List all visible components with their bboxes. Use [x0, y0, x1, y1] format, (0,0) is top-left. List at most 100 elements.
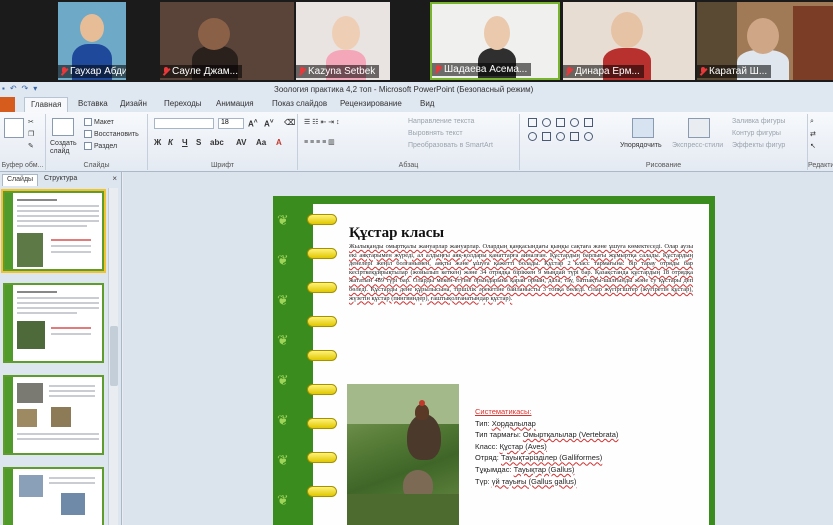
- participant-tile[interactable]: Гаухар Абди...: [58, 2, 126, 80]
- paste-icon[interactable]: [4, 118, 24, 138]
- tab-slideshow[interactable]: Показ слайдов: [272, 99, 327, 108]
- slides-panel: Слайды Структура ×: [0, 172, 122, 525]
- leaf-decoration-icon: ❦: [277, 292, 289, 308]
- taxonomy-block[interactable]: Систематикасы: Тип: Хордалылар Тип тарма…: [475, 406, 705, 487]
- group-font: 18 A˄ A˅ ⌫ Ж К Ч S abc AV Aa A Шрифт: [148, 114, 298, 170]
- mic-muted-icon: [299, 67, 306, 76]
- tab-slides-panel[interactable]: Слайды: [2, 174, 39, 186]
- shape-icon[interactable]: [584, 118, 593, 127]
- find-icon[interactable]: ⌕: [810, 118, 814, 126]
- font-family-select[interactable]: [154, 118, 214, 129]
- oval-shape-icon[interactable]: [542, 118, 551, 127]
- taxonomy-row: Класс: Құстар (Aves): [475, 441, 547, 451]
- format-painter-icon[interactable]: ✎: [28, 142, 34, 150]
- shape-icon[interactable]: [570, 132, 579, 141]
- arrange-button[interactable]: Упорядочить: [620, 142, 662, 149]
- leaf-decoration-icon: ❦: [277, 332, 289, 348]
- slide-thumbnail[interactable]: [3, 283, 104, 363]
- shape-icon[interactable]: [556, 132, 565, 141]
- quick-styles-button[interactable]: Экспресс-стили: [672, 142, 723, 149]
- shape-icon[interactable]: [528, 132, 537, 141]
- participant-tile[interactable]: Динара Ерм...: [563, 2, 695, 80]
- slide-thumbnail[interactable]: [1, 189, 106, 273]
- shrink-font-icon[interactable]: A˅: [264, 118, 274, 129]
- cut-icon[interactable]: ✂: [28, 118, 34, 126]
- italic-button[interactable]: К: [168, 138, 173, 147]
- participant-tile[interactable]: Каратай Ш...: [697, 2, 833, 80]
- panel-scrollbar[interactable]: [108, 188, 118, 525]
- shape-icon[interactable]: [584, 132, 593, 141]
- spiral-ring: [307, 418, 337, 429]
- spiral-ring: [307, 486, 337, 497]
- rectangle-shape-icon[interactable]: [528, 118, 537, 127]
- tab-animation[interactable]: Анимация: [216, 99, 254, 108]
- slide-title[interactable]: Құстар класы: [349, 225, 444, 242]
- leaf-decoration-icon: ❦: [277, 212, 289, 228]
- group-drawing: Упорядочить Экспресс-стили Заливка фигур…: [520, 114, 808, 170]
- participant-tile-active[interactable]: Шадаева Асема...: [430, 2, 560, 80]
- tab-home[interactable]: Главная: [24, 97, 69, 112]
- align-text-button[interactable]: Выровнять текст: [408, 130, 463, 137]
- case-button[interactable]: Aa: [256, 138, 266, 147]
- undo-icon[interactable]: ↶: [10, 84, 17, 93]
- new-slide-icon[interactable]: [52, 118, 74, 136]
- participant-strip: Гаухар Абди... Сауле Джам... Kazyna Setb…: [0, 0, 833, 82]
- mic-muted-icon: [700, 67, 707, 76]
- shape-fill-button[interactable]: Заливка фигуры: [732, 118, 785, 125]
- text-direction-button[interactable]: Направление текста: [408, 118, 474, 125]
- leaf-decoration-icon: ❦: [277, 372, 289, 388]
- customize-icon[interactable]: ▾: [33, 84, 37, 93]
- participant-tile[interactable]: Сауле Джам...: [160, 2, 294, 80]
- font-color-button[interactable]: A: [276, 138, 282, 147]
- grow-font-icon[interactable]: A˄: [248, 118, 258, 129]
- tab-outline-panel[interactable]: Структура: [40, 174, 81, 186]
- mic-muted-icon: [435, 65, 442, 74]
- strikethrough-button[interactable]: S: [196, 138, 201, 147]
- chicken-photo[interactable]: [347, 384, 459, 525]
- tab-insert[interactable]: Вставка: [78, 99, 108, 108]
- reset-button[interactable]: Восстановить: [84, 130, 139, 138]
- redo-icon[interactable]: ↷: [22, 84, 29, 93]
- smartart-button[interactable]: Преобразовать в SmartArt: [408, 142, 493, 149]
- copy-icon[interactable]: ❐: [28, 130, 34, 138]
- font-size-select[interactable]: 18: [218, 118, 244, 129]
- clear-format-icon[interactable]: ⌫: [284, 118, 295, 127]
- shape-icon[interactable]: [570, 118, 579, 127]
- section-button[interactable]: Раздел: [84, 142, 117, 150]
- layout-button[interactable]: Макет: [84, 118, 114, 126]
- taxonomy-row: Тұқымдас: Тауықтар (Gallus): [475, 464, 575, 474]
- taxonomy-row: Отряд: Тауықтәрізділер (Galliformes): [475, 453, 603, 463]
- participant-tile[interactable]: Kazyna Setbek: [296, 2, 390, 80]
- close-icon[interactable]: ×: [112, 174, 117, 183]
- save-icon[interactable]: ▪: [2, 84, 5, 93]
- shape-icon[interactable]: [556, 118, 565, 127]
- shape-effects-button[interactable]: Эффекты фигур: [732, 142, 785, 149]
- window-title: Зоология практика 4,2 топ - Microsoft Po…: [274, 85, 534, 94]
- slide-paragraph[interactable]: Жылықанды омыртқалы жануарлар жануарлар.…: [349, 243, 693, 303]
- select-icon[interactable]: ↖: [810, 142, 816, 150]
- slide[interactable]: ❦ ❦ ❦ ❦ ❦ ❦ ❦ ❦ Құстар класы Жылықанды о…: [273, 196, 715, 525]
- shape-icon[interactable]: [542, 132, 551, 141]
- tab-review[interactable]: Рецензирование: [340, 99, 402, 108]
- arrange-icon[interactable]: [632, 118, 654, 138]
- quick-styles-icon[interactable]: [688, 118, 710, 138]
- underline-button[interactable]: Ч: [182, 138, 188, 147]
- tab-transitions[interactable]: Переходы: [164, 99, 202, 108]
- align-icons[interactable]: ≡ ≡ ≡ ≡ ▥: [304, 138, 335, 146]
- spacing-button[interactable]: AV: [236, 138, 247, 147]
- group-label: Слайды: [83, 162, 110, 169]
- tab-design[interactable]: Дизайн: [120, 99, 147, 108]
- new-slide-button[interactable]: Создать слайд: [50, 140, 80, 156]
- bold-button[interactable]: Ж: [154, 138, 161, 147]
- slide-thumbnail[interactable]: [3, 375, 104, 455]
- group-clipboard: ✂ ❐ ✎ Буфер обм...: [0, 114, 46, 170]
- replace-icon[interactable]: ⇄: [810, 130, 816, 138]
- bullets-icon[interactable]: ☰ ☷ ⇤ ⇥ ↕: [304, 118, 340, 126]
- shadow-button[interactable]: abc: [210, 138, 224, 147]
- file-tab[interactable]: [0, 97, 15, 112]
- spiral-ring: [307, 384, 337, 395]
- slide-thumbnail[interactable]: [3, 467, 104, 525]
- tab-view[interactable]: Вид: [420, 99, 434, 108]
- shape-outline-button[interactable]: Контур фигуры: [732, 130, 781, 137]
- participant-name: Динара Ерм...: [563, 65, 644, 78]
